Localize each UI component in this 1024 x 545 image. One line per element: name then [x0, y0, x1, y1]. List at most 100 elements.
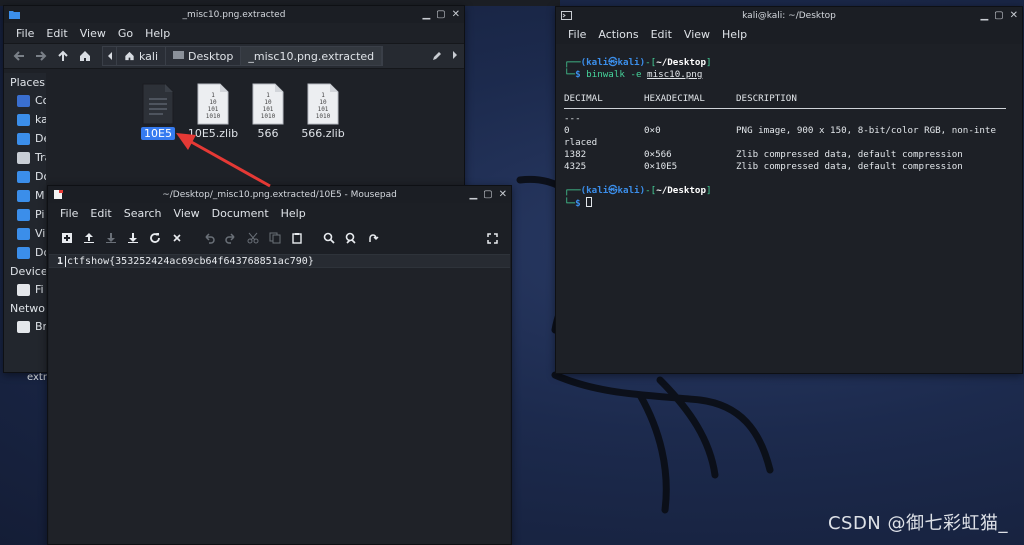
reload-button[interactable]	[144, 227, 166, 249]
breadcrumb-kali[interactable]: kali	[117, 47, 167, 65]
breadcrumb-left-button[interactable]	[103, 47, 117, 65]
menu-file[interactable]: File	[562, 28, 592, 41]
command-text: binwalk -e	[586, 69, 642, 80]
sidebar-item-label: M	[35, 189, 45, 202]
command-arg: misc10.png	[647, 69, 703, 80]
sidebar-item-label: Documents	[35, 170, 46, 183]
breadcrumb-desktop[interactable]: Desktop	[166, 47, 242, 65]
fullscreen-button[interactable]	[481, 227, 503, 249]
sidebar-header-places: Places	[10, 76, 45, 89]
input-line[interactable]: └─$	[564, 197, 1022, 209]
line-text[interactable]: ctfshow{353252424ac69cb64f643768851ac790…	[65, 255, 314, 267]
sidebar-item-trash[interactable]: Trash	[4, 148, 46, 167]
close-icon[interactable]: ✕	[452, 8, 460, 21]
menu-go[interactable]: Go	[112, 27, 139, 40]
menu-actions[interactable]: Actions	[592, 28, 644, 41]
maximize-icon[interactable]: ▢	[436, 8, 445, 21]
terminal-titlebar[interactable]: kali@kali: ~/Desktop ▁ ▢ ✕	[556, 7, 1022, 24]
close-icon[interactable]: ✕	[1010, 9, 1018, 22]
maximize-icon[interactable]: ▢	[994, 9, 1003, 22]
downloads-folder-icon	[17, 246, 30, 259]
close-document-button[interactable]	[166, 227, 188, 249]
menu-edit[interactable]: Edit	[40, 27, 73, 40]
trash-icon	[17, 151, 30, 164]
arrow-left-icon	[13, 51, 24, 61]
file-manager-toolbar: kali Desktop _misc10.png.extracted	[4, 43, 464, 69]
redo-icon	[225, 233, 235, 244]
save-as-button[interactable]	[122, 227, 144, 249]
menu-document[interactable]: Document	[206, 207, 275, 220]
file-item[interactable]: 10E5	[129, 83, 187, 140]
go-to-button[interactable]	[362, 227, 384, 249]
text-editor[interactable]: 1 ctfshow{353252424ac69cb64f643768851ac7…	[49, 254, 510, 544]
new-file-icon	[62, 233, 72, 243]
menu-view[interactable]: View	[678, 28, 716, 41]
file-item[interactable]: 1 10 101 1010 10E5.zlib	[184, 83, 242, 140]
sidebar-item-pictures[interactable]: Pi	[4, 205, 46, 224]
sidebar-item-kali[interactable]: kali	[4, 110, 46, 129]
cell-hex: 0×0	[644, 125, 661, 136]
paste-button[interactable]	[286, 227, 308, 249]
sidebar-item-computer[interactable]: Computer	[4, 91, 46, 110]
find-button[interactable]	[318, 227, 340, 249]
redo-button[interactable]	[220, 227, 242, 249]
sidebar-item-label: Br	[35, 320, 46, 333]
sidebar-item-documents[interactable]: Documents	[4, 167, 46, 186]
menu-view[interactable]: View	[74, 27, 112, 40]
sidebar-item-label: Fi	[35, 283, 44, 296]
terminal-output[interactable]: ┌──(kali㉿kali)-[~/Desktop] └─$ binwalk -…	[556, 44, 1022, 373]
sidebar-item-music[interactable]: M	[4, 186, 46, 205]
sidebar-item-desktop[interactable]: Desktop	[4, 129, 46, 148]
home-button[interactable]	[76, 47, 94, 65]
open-button[interactable]	[78, 227, 100, 249]
breadcrumb-current[interactable]: _misc10.png.extracted	[241, 47, 383, 65]
window-title: _misc10.png.extracted	[182, 9, 286, 20]
menu-edit[interactable]: Edit	[84, 207, 117, 220]
minimize-icon[interactable]: ▁	[422, 8, 430, 21]
window-title: ~/Desktop/_misc10.png.extracted/10E5 - M…	[162, 189, 397, 200]
menu-file[interactable]: File	[54, 207, 84, 220]
minimize-icon[interactable]: ▁	[469, 188, 477, 201]
file-item[interactable]: 1 10 101 1010 566	[239, 83, 297, 140]
menu-help[interactable]: Help	[275, 207, 312, 220]
cut-button[interactable]	[242, 227, 264, 249]
copy-button[interactable]	[264, 227, 286, 249]
undo-button[interactable]	[198, 227, 220, 249]
jump-icon	[369, 234, 379, 242]
find-replace-button[interactable]	[340, 227, 362, 249]
sidebar-item-label: Trash	[35, 151, 46, 164]
minimize-icon[interactable]: ▁	[980, 9, 988, 22]
mousepad-titlebar[interactable]: ~/Desktop/_misc10.png.extracted/10E5 - M…	[48, 186, 511, 203]
binary-digit: 101	[207, 106, 219, 113]
document-icon	[141, 83, 175, 125]
prompt-path: ~/Desktop	[656, 185, 706, 196]
up-button[interactable]	[54, 47, 72, 65]
forward-button[interactable]	[32, 47, 50, 65]
file-item[interactable]: 1 10 101 1010 566.zlib	[294, 83, 352, 140]
sidebar-item-browse-network[interactable]: Br	[4, 317, 46, 336]
menu-help[interactable]: Help	[716, 28, 753, 41]
header-decimal: DECIMAL	[564, 93, 603, 104]
file-manager-titlebar[interactable]: _misc10.png.extracted ▁ ▢ ✕	[4, 6, 464, 23]
maximize-icon[interactable]: ▢	[483, 188, 492, 201]
menu-search[interactable]: Search	[118, 207, 168, 220]
pencil-icon[interactable]	[432, 51, 442, 61]
cell-decimal: 0	[564, 125, 570, 136]
table-row: rlaced	[564, 137, 1022, 149]
home-folder-icon	[17, 113, 30, 126]
back-button[interactable]	[10, 47, 28, 65]
sidebar-item-videos[interactable]: Vi	[4, 224, 46, 243]
sidebar-item-downloads[interactable]: Do	[4, 243, 46, 262]
close-icon[interactable]: ✕	[499, 188, 507, 201]
new-file-button[interactable]	[56, 227, 78, 249]
save-button[interactable]	[100, 227, 122, 249]
desktop-folder-icon	[17, 132, 30, 145]
chevron-right-icon[interactable]	[452, 51, 458, 59]
menu-help[interactable]: Help	[139, 27, 176, 40]
menu-view[interactable]: View	[168, 207, 206, 220]
sidebar-item-filesystem[interactable]: Fi	[4, 280, 46, 299]
menu-edit[interactable]: Edit	[645, 28, 678, 41]
upload-icon	[84, 233, 94, 243]
clipboard-icon	[292, 233, 302, 244]
menu-file[interactable]: File	[10, 27, 40, 40]
